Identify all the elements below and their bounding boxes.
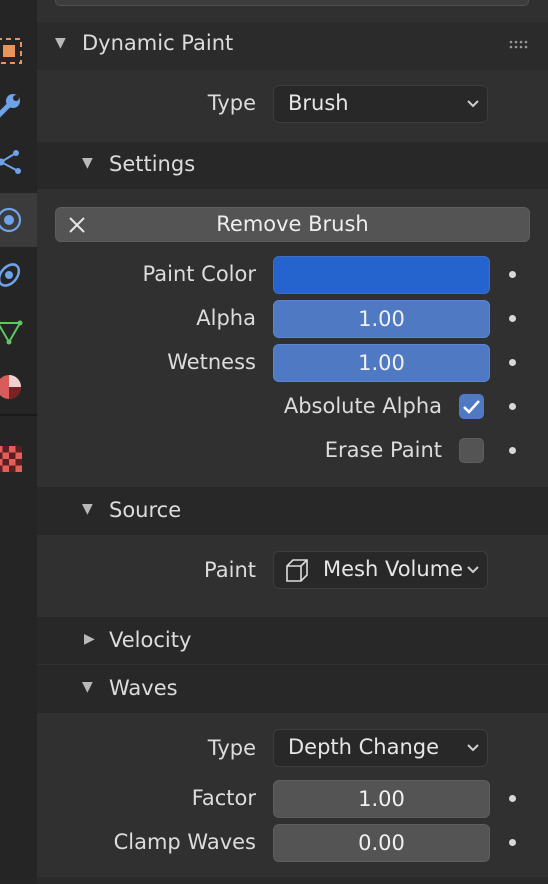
cube-icon xyxy=(286,559,308,582)
physics-tab[interactable] xyxy=(0,193,37,247)
drag-handle-icon[interactable] xyxy=(509,40,531,50)
chevron-down-icon xyxy=(467,100,479,108)
object-tab[interactable] xyxy=(0,24,37,78)
type-value: Brush xyxy=(288,91,349,115)
properties-tab-bar xyxy=(0,0,37,884)
keyframe-dot[interactable] xyxy=(509,403,516,410)
collapse-triangle-icon: ▼ xyxy=(82,501,93,517)
settings-title: Settings xyxy=(109,152,196,176)
keyframe-dot[interactable] xyxy=(509,795,516,802)
settings-header[interactable]: ▼ Settings xyxy=(37,142,548,189)
waves-body: Type Depth Change Factor 1.00 Clamp Wave… xyxy=(37,713,548,884)
keyframe-dot[interactable] xyxy=(509,359,516,366)
wetness-label: Wetness xyxy=(167,350,256,374)
panel-bottom-edge xyxy=(37,877,548,884)
waves-title: Waves xyxy=(109,676,178,700)
waves-type-value: Depth Change xyxy=(288,735,440,759)
constraints-tab[interactable] xyxy=(0,248,37,302)
paint-source-dropdown[interactable]: Mesh Volume xyxy=(273,551,488,589)
particles-icon xyxy=(0,150,21,174)
source-body: Paint Mesh Volume xyxy=(37,535,548,617)
collapse-triangle-icon: ▼ xyxy=(82,155,93,171)
waves-header[interactable]: ▼ Waves xyxy=(37,665,548,713)
chevron-down-icon xyxy=(467,744,479,752)
previous-panel-edge xyxy=(55,0,529,6)
particles-tab[interactable] xyxy=(0,135,37,189)
chevron-down-icon xyxy=(467,566,479,574)
remove-brush-button[interactable]: Remove Brush xyxy=(55,207,530,242)
paint-color-swatch[interactable] xyxy=(273,256,490,294)
dynamic-paint-body: Type Brush xyxy=(37,70,548,142)
alpha-label: Alpha xyxy=(196,306,256,330)
absolute-alpha-label: Absolute Alpha xyxy=(283,394,442,418)
paint-color-label: Paint Color xyxy=(142,262,256,286)
dynamic-paint-header[interactable]: ▼ Dynamic Paint xyxy=(37,22,548,70)
material-tab[interactable] xyxy=(0,360,37,414)
physics-icon xyxy=(0,207,22,233)
source-title: Source xyxy=(109,498,182,522)
wetness-slider[interactable]: 1.00 xyxy=(273,344,490,382)
remove-brush-label: Remove Brush xyxy=(216,212,369,236)
settings-body: Remove Brush Paint Color Alpha 1.00 Wetn… xyxy=(37,189,548,487)
factor-label: Factor xyxy=(191,786,256,810)
wrench-icon xyxy=(0,94,20,118)
data-tab[interactable] xyxy=(0,304,37,358)
modifiers-tab[interactable] xyxy=(0,78,37,132)
keyframe-dot[interactable] xyxy=(509,839,516,846)
paint-source-value: Mesh Volume xyxy=(323,557,464,581)
type-dropdown[interactable]: Brush xyxy=(273,85,488,123)
keyframe-dot[interactable] xyxy=(509,447,516,454)
clamp-waves-label: Clamp Waves xyxy=(113,830,256,854)
type-label: Type xyxy=(207,91,256,115)
panel-title: Dynamic Paint xyxy=(82,31,234,55)
expand-triangle-icon: ▶ xyxy=(84,631,95,647)
object-icon xyxy=(0,38,22,64)
waves-type-dropdown[interactable]: Depth Change xyxy=(273,729,488,767)
texture-icon xyxy=(0,446,22,472)
material-icon xyxy=(0,375,21,399)
clamp-waves-field[interactable]: 0.00 xyxy=(273,824,490,862)
alpha-slider[interactable]: 1.00 xyxy=(273,300,490,338)
waves-type-label: Type xyxy=(207,736,256,760)
velocity-title: Velocity xyxy=(109,628,192,652)
mesh-data-icon xyxy=(0,320,23,345)
properties-panel: ▼ Dynamic Paint Type Brush ▼ Settings Re… xyxy=(37,0,548,884)
keyframe-dot[interactable] xyxy=(509,315,516,322)
collapse-triangle-icon: ▼ xyxy=(55,35,66,51)
paint-source-label: Paint xyxy=(204,558,256,582)
erase-paint-checkbox[interactable] xyxy=(459,438,484,463)
texture-tab[interactable] xyxy=(0,432,37,486)
keyframe-dot[interactable] xyxy=(509,271,516,278)
absolute-alpha-checkbox[interactable] xyxy=(459,394,484,419)
checkmark-icon xyxy=(463,400,480,414)
collapse-triangle-icon: ▼ xyxy=(82,679,93,695)
constraints-icon xyxy=(0,263,21,287)
source-header[interactable]: ▼ Source xyxy=(37,487,548,535)
velocity-header[interactable]: ▶ Velocity xyxy=(37,617,548,664)
erase-paint-label: Erase Paint xyxy=(324,438,442,462)
factor-field[interactable]: 1.00 xyxy=(273,780,490,818)
